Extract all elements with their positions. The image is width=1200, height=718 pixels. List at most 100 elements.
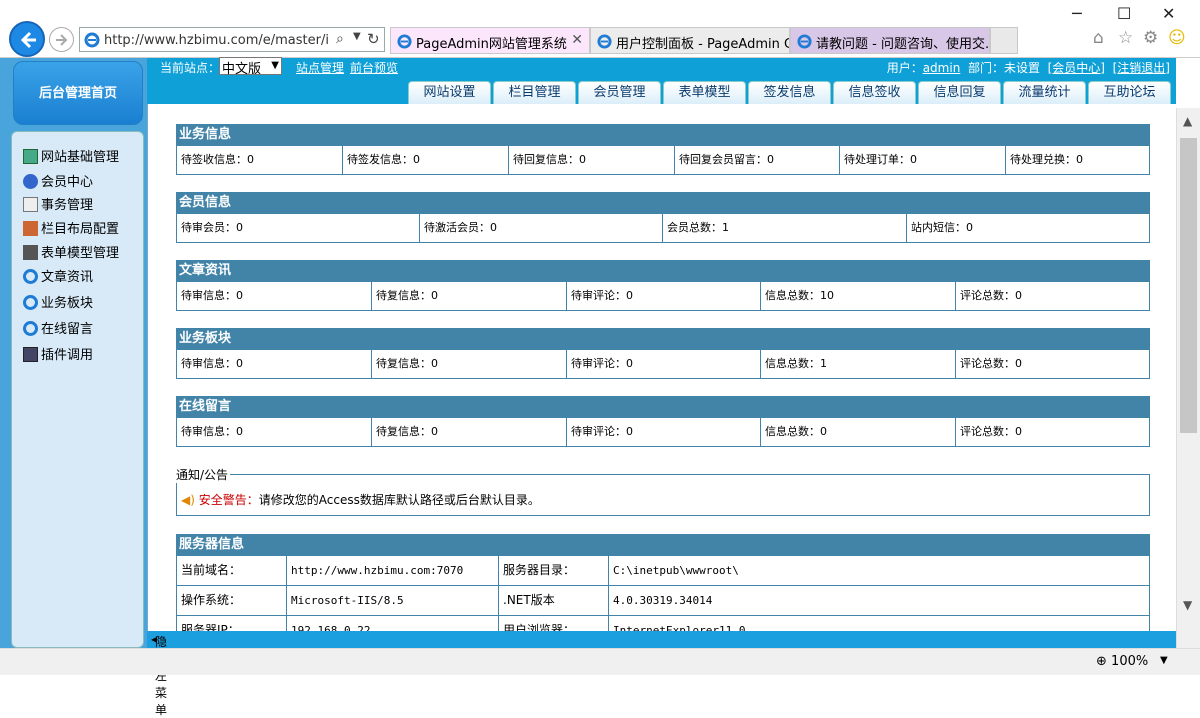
tab-site-settings[interactable]: 网站设置 <box>408 81 491 104</box>
speaker-icon: ◀) <box>181 493 195 507</box>
server-info-section: 服务器信息 当前域名： http://www.hzbimu.com:7070 服… <box>176 534 1150 646</box>
ie-icon <box>84 32 100 48</box>
close-icon[interactable]: ✕ <box>571 32 583 48</box>
gear-icon[interactable]: ⚙ <box>1143 28 1158 48</box>
member-center-link[interactable]: [会员中心] <box>1048 61 1105 75</box>
maximize-button[interactable]: ☐ <box>1117 4 1131 23</box>
section-title: 在线留言 <box>176 396 1150 418</box>
stat-cell: 待处理订单：0 <box>840 146 1006 174</box>
browser-tab-pageadmin[interactable]: PageAdmin网站管理系统 ✕ <box>390 27 590 54</box>
sidebar-item-label: 插件调用 <box>41 348 94 363</box>
business-block-section: 业务板块 待审信息：0 待复信息：0 待审评论：0 信息总数：1 评论总数：0 <box>176 328 1150 379</box>
warning-text: 请修改您的Access数据库默认路径或后台默认目录。 <box>258 493 540 507</box>
stat-cell: 会员总数：1 <box>663 214 907 242</box>
scroll-thumb[interactable] <box>1180 138 1197 433</box>
form-icon <box>23 245 38 260</box>
section-title: 业务信息 <box>176 124 1150 146</box>
user-link[interactable]: admin <box>923 61 961 75</box>
hide-menu-bar[interactable]: ◂ 隐藏左菜单 <box>147 631 1176 717</box>
notice-box: ◀) 安全警告：请修改您的Access数据库默认路径或后台默认目录。 通知/公告 <box>176 466 1150 516</box>
server-label: 操作系统： <box>177 586 287 615</box>
preview-link[interactable]: 前台预览 <box>350 59 398 76</box>
sidebar-item-layout[interactable]: 栏目布局配置 <box>23 218 119 237</box>
stat-cell: 待审信息：0 <box>177 282 372 310</box>
site-select[interactable]: 中文版 ▼ <box>219 57 282 77</box>
smiley-icon[interactable]: ☺ <box>1168 28 1186 48</box>
sidebar-item-form-model[interactable]: 表单模型管理 <box>23 242 119 261</box>
ie-icon <box>23 321 38 336</box>
hide-menu-link[interactable]: ◂ 隐藏左菜单 <box>151 632 167 717</box>
zoom-level[interactable]: ⊕ 100% <box>1096 654 1148 669</box>
dept-label: 部门：未设置 <box>967 61 1040 75</box>
stat-cell: 信息总数：0 <box>761 418 956 446</box>
tab-sign[interactable]: 信息签收 <box>833 81 916 104</box>
sidebar-item-plugins[interactable]: 插件调用 <box>23 344 94 363</box>
chevron-down-icon[interactable]: ▼ <box>353 31 361 42</box>
chevron-down-icon[interactable]: ▼ <box>1160 655 1168 666</box>
scroll-up-icon[interactable]: ▲ <box>1183 114 1192 128</box>
favorites-star-icon[interactable]: ☆ <box>1118 28 1133 48</box>
ie-icon <box>797 34 812 49</box>
back-button[interactable] <box>9 21 45 57</box>
warning-label: 安全警告： <box>198 493 259 507</box>
tab-forum[interactable]: 互助论坛 <box>1088 81 1171 104</box>
sidebar-item-business[interactable]: 业务板块 <box>23 292 94 311</box>
window-close-button[interactable]: ✕ <box>1162 4 1175 23</box>
admin-home-button[interactable]: 后台管理首页 <box>13 61 143 125</box>
browser-tab-question[interactable]: 请教问题 - 问题咨询、使用交... <box>790 27 990 54</box>
stat-cell: 待审评论：0 <box>567 418 761 446</box>
scroll-down-icon[interactable]: ▼ <box>1183 598 1192 612</box>
stat-cell: 评论总数：0 <box>960 425 1022 438</box>
sidebar-item-member[interactable]: 会员中心 <box>23 171 93 190</box>
article-section: 文章资讯 待审信息：0 待复信息：0 待审评论：0 信息总数：10 评论总数：0 <box>176 260 1150 311</box>
table-row: 待审会员：0 待激活会员：0 会员总数：1 站内短信：0 <box>176 214 1150 243</box>
ie-icon <box>23 295 38 310</box>
tab-traffic[interactable]: 流量统计 <box>1003 81 1086 104</box>
browser-tab-control-panel[interactable]: 用户控制面板 - PageAdmin C... <box>590 27 790 54</box>
sidebar-item-site-manage[interactable]: 网站基础管理 <box>23 146 119 165</box>
browser-toolbar: http://www.hzbimu.com/e/master/index ⌕ ▼… <box>0 0 1200 58</box>
logout-link[interactable]: [注销退出] <box>1113 61 1170 75</box>
stat-cell: 站内短信：0 <box>911 221 973 234</box>
site-manage-link[interactable]: 站点管理 <box>296 59 344 76</box>
tab-member-manage[interactable]: 会员管理 <box>578 81 661 104</box>
stat-cell: 待审会员：0 <box>177 214 420 242</box>
sidebar-item-messages[interactable]: 在线留言 <box>23 318 93 337</box>
forward-button[interactable] <box>49 27 74 52</box>
zoom-value: 100% <box>1111 654 1149 669</box>
home-icon[interactable]: ⌂ <box>1093 28 1104 48</box>
tab-form-model[interactable]: 表单模型 <box>663 81 746 104</box>
address-text[interactable]: http://www.hzbimu.com/e/master/index <box>104 33 329 48</box>
tab-reply[interactable]: 信息回复 <box>918 81 1001 104</box>
tab-label: 用户控制面板 - PageAdmin C... <box>616 37 790 52</box>
forward-arrow-icon <box>56 34 68 46</box>
business-info-section: 业务信息 待签收信息：0 待签发信息：0 待回复信息：0 待回复会员留言：0 待… <box>176 124 1150 175</box>
tab-column-manage[interactable]: 栏目管理 <box>493 81 576 104</box>
search-icon[interactable]: ⌕ <box>336 31 344 47</box>
sidebar-item-articles[interactable]: 文章资讯 <box>23 266 93 285</box>
status-bar: ⊕ 100% ▼ <box>0 648 1200 675</box>
address-bar[interactable]: http://www.hzbimu.com/e/master/index ⌕ ▼… <box>79 27 385 52</box>
tab-publish[interactable]: 签发信息 <box>748 81 831 104</box>
refresh-icon[interactable]: ↻ <box>367 30 380 48</box>
vertical-scrollbar[interactable]: ▲ ▼ <box>1176 108 1200 648</box>
sidebar-item-task[interactable]: 事务管理 <box>23 194 93 213</box>
server-label: 服务器目录： <box>499 556 609 585</box>
back-arrow-icon <box>20 31 36 49</box>
sidebar-item-label: 业务板块 <box>41 296 94 311</box>
zoom-icon: ⊕ <box>1096 654 1107 669</box>
stat-cell: 评论总数：0 <box>960 357 1022 370</box>
minimize-button[interactable]: ─ <box>1072 4 1082 23</box>
server-value: http://www.hzbimu.com:7070 <box>287 556 499 585</box>
hide-menu-label: 隐藏左菜单 <box>155 635 168 717</box>
task-icon <box>23 197 38 212</box>
main-content: 业务信息 待签收信息：0 待签发信息：0 待回复信息：0 待回复会员留言：0 待… <box>147 104 1176 646</box>
stat-cell: 待审评论：0 <box>567 282 761 310</box>
server-value: 4.0.30319.34014 <box>613 594 713 607</box>
member-info-section: 会员信息 待审会员：0 待激活会员：0 会员总数：1 站内短信：0 <box>176 192 1150 243</box>
tab-label: 请教问题 - 问题咨询、使用交... <box>816 37 990 52</box>
stat-cell: 待回复会员留言：0 <box>675 146 840 174</box>
member-icon <box>23 174 38 189</box>
new-tab-button[interactable] <box>990 27 1018 54</box>
stat-cell: 信息总数：1 <box>761 350 956 378</box>
